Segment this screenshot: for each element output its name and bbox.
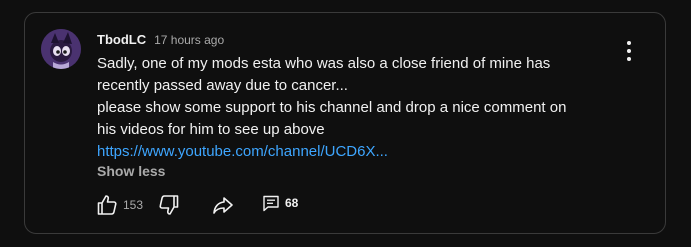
replies-button[interactable]: 68 — [261, 193, 298, 213]
thumbs-up-icon — [97, 195, 117, 215]
channel-link[interactable]: https://www.youtube.com/channel/UCD6X... — [97, 141, 617, 163]
show-less-button[interactable]: Show less — [97, 163, 165, 179]
timestamp[interactable]: 17 hours ago — [154, 33, 224, 47]
comment-line: his videos for him to see up above — [97, 121, 325, 138]
share-button[interactable] — [211, 193, 235, 217]
reply-count: 68 — [285, 196, 299, 210]
more-vertical-icon — [627, 41, 631, 45]
like-button[interactable]: 153 — [95, 193, 143, 217]
author-name[interactable]: TbodLC — [97, 32, 146, 47]
comment-header: TbodLC 17 hours ago — [97, 32, 224, 47]
dislike-button[interactable] — [157, 193, 181, 217]
thumbs-down-icon — [159, 195, 179, 215]
like-count: 153 — [123, 198, 144, 212]
comment-text: Sadly, one of my mods esta who was also … — [97, 53, 617, 163]
comment-bubble-icon — [263, 195, 279, 212]
avatar[interactable] — [41, 29, 81, 69]
comment-line: recently passed away due to cancer... — [97, 77, 348, 94]
more-actions-button[interactable] — [621, 41, 637, 61]
comment-line: Sadly, one of my mods esta who was also … — [97, 55, 551, 72]
share-arrow-icon — [213, 197, 233, 214]
comment-card: TbodLC 17 hours ago Sadly, one of my mod… — [24, 12, 666, 234]
comment-line: please show some support to his channel … — [97, 99, 567, 116]
